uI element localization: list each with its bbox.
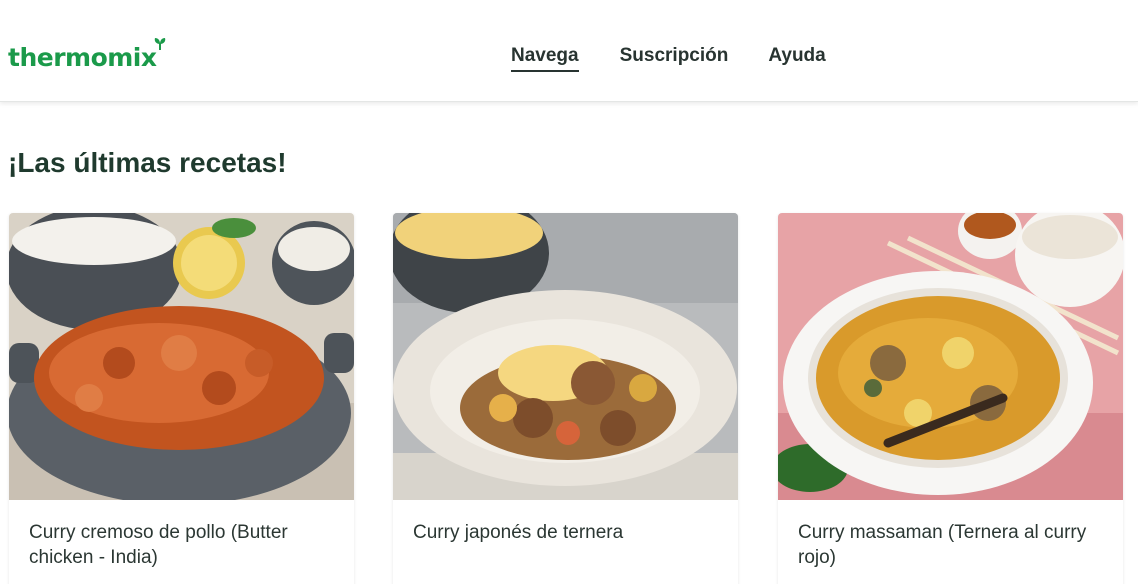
recipe-title[interactable]: Curry japonés de ternera xyxy=(413,520,723,545)
logo-text: thermomix xyxy=(8,43,157,72)
recipe-title[interactable]: Curry massaman (Ternera al curry rojo) xyxy=(798,520,1108,570)
recipe-image[interactable] xyxy=(9,213,354,500)
recipe-title[interactable]: Curry cremoso de pollo (Butter chicken -… xyxy=(29,520,339,570)
recipe-image[interactable] xyxy=(393,213,738,500)
nav-link-navega[interactable]: Navega xyxy=(511,44,579,72)
top-navigation-bar: thermomix Navega Suscripción Ayuda xyxy=(0,0,1138,102)
thermomix-logo[interactable]: thermomix xyxy=(8,38,166,76)
recipe-card[interactable]: Curry cremoso de pollo (Butter chicken -… xyxy=(9,213,354,584)
recipe-image[interactable] xyxy=(778,213,1123,500)
section-title: ¡Las últimas recetas! xyxy=(8,147,287,178)
recipe-card[interactable]: Curry massaman (Ternera al curry rojo) xyxy=(778,213,1123,584)
nav-link-suscripcion[interactable]: Suscripción xyxy=(620,44,729,68)
recipe-card[interactable]: Curry japonés de ternera xyxy=(393,213,738,584)
leaf-icon xyxy=(154,38,166,50)
main-nav: Navega Suscripción Ayuda xyxy=(511,44,826,72)
nav-link-ayuda[interactable]: Ayuda xyxy=(768,44,825,68)
